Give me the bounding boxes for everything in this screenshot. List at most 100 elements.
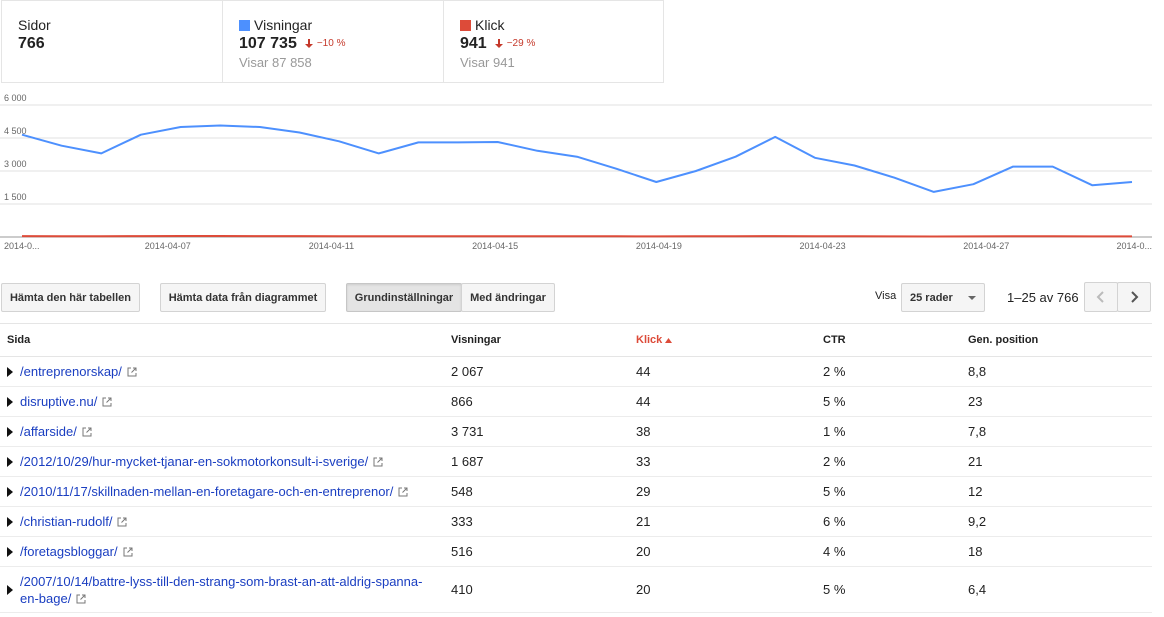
cell-impressions: 333 (451, 506, 636, 537)
external-link-icon[interactable] (123, 547, 133, 557)
external-link-icon[interactable] (76, 594, 86, 604)
cell-impressions: 1 687 (451, 446, 636, 477)
table-row: /2012/10/29/hur-mycket-tjanar-en-sokmoto… (0, 446, 1152, 477)
cell-ctr: 6 % (823, 506, 968, 537)
external-link-icon[interactable] (398, 487, 408, 497)
previous-page-button[interactable] (1084, 282, 1118, 312)
page-link[interactable]: /affarside/ (20, 423, 77, 440)
x-tick-label: 2014-0... (4, 241, 40, 251)
card-impressions-sub: Visar 87 858 (239, 55, 312, 70)
card-clicks[interactable]: Klick 941 −29 % Visar 941 (443, 0, 664, 83)
card-pages-value: 766 (18, 35, 45, 52)
x-tick-label: 2014-04-07 (145, 241, 191, 251)
series-line-visningar (21, 124, 1133, 193)
cell-impressions: 3 731 (451, 416, 636, 447)
table-row: /christian-rudolf/ 333 21 6 % 9,2 (0, 506, 1152, 537)
arrow-down-icon (304, 39, 313, 48)
card-pages-label: Sidor (18, 17, 51, 33)
pages-table: Sida Visningar Klick CTR Gen. position /… (0, 323, 1152, 613)
cell-position: 7,8 (968, 416, 1152, 447)
page-link[interactable]: /christian-rudolf/ (20, 513, 112, 530)
rows-per-page-value: 25 rader (910, 291, 953, 304)
next-page-button[interactable] (1117, 282, 1151, 312)
column-header-position[interactable]: Gen. position (968, 323, 1152, 357)
card-impressions-value: 107 735 (239, 35, 297, 52)
table-row: /affarside/ 3 731 38 1 % 7,8 (0, 416, 1152, 447)
pagination-info: 1–25 av 766 (1007, 290, 1079, 305)
card-impressions[interactable]: Visningar 107 735 −10 % Visar 87 858 (222, 0, 443, 83)
card-clicks-sub: Visar 941 (460, 55, 515, 70)
cell-ctr: 4 % (823, 536, 968, 567)
external-link-icon[interactable] (127, 367, 137, 377)
cell-clicks: 44 (636, 386, 823, 417)
column-header-page[interactable]: Sida (0, 323, 451, 357)
performance-chart[interactable]: 6 0004 5003 0001 5002014-0... 2014-04-07 2… (0, 92, 1164, 257)
x-tick-label: 2014-04-23 (800, 241, 846, 251)
cell-position: 18 (968, 536, 1152, 567)
cell-position: 6,4 (968, 566, 1152, 613)
with-changes-button[interactable]: Med ändringar (461, 283, 555, 312)
chevron-left-icon (1096, 291, 1104, 303)
table-row: /2010/11/17/skillnaden-mellan-en-foretag… (0, 476, 1152, 507)
x-tick-label: 2014-0... (1116, 241, 1152, 251)
page-link[interactable]: disruptive.nu/ (20, 393, 97, 410)
expand-row-icon[interactable] (7, 426, 13, 437)
external-link-icon[interactable] (117, 517, 127, 527)
page-link[interactable]: /entreprenorskap/ (20, 363, 122, 380)
external-link-icon[interactable] (82, 427, 92, 437)
card-clicks-value: 941 (460, 35, 487, 52)
cell-impressions: 410 (451, 566, 636, 613)
card-impressions-delta: −10 % (304, 38, 345, 49)
default-settings-button[interactable]: Grundinställningar (346, 283, 462, 312)
expand-row-icon[interactable] (7, 516, 13, 527)
cell-position: 23 (968, 386, 1152, 417)
page-link[interactable]: /foretagsbloggar/ (20, 543, 118, 560)
cell-position: 21 (968, 446, 1152, 477)
expand-row-icon[interactable] (7, 584, 13, 595)
cell-impressions: 548 (451, 476, 636, 507)
summary-cards: Sidor 766 Visningar 107 735 −10 % Visar … (1, 0, 664, 83)
page-link[interactable]: /2010/11/17/skillnaden-mellan-en-foretag… (20, 483, 393, 500)
table-row: disruptive.nu/ 866 44 5 % 23 (0, 386, 1152, 417)
cell-clicks: 20 (636, 566, 823, 613)
x-tick-label: 2014-04-19 (636, 241, 682, 251)
download-chart-data-button[interactable]: Hämta data från diagrammet (160, 283, 326, 312)
rows-per-page-select[interactable]: 25 rader (901, 283, 985, 312)
table-row: /2007/10/14/battre-lyss-till-den-strang-… (0, 566, 1152, 613)
y-tick-label: 1 500 (4, 192, 27, 202)
cell-clicks: 38 (636, 416, 823, 447)
cell-position: 8,8 (968, 356, 1152, 387)
expand-row-icon[interactable] (7, 546, 13, 557)
cell-ctr: 5 % (823, 566, 968, 613)
cell-impressions: 516 (451, 536, 636, 567)
download-table-button[interactable]: Hämta den här tabellen (1, 283, 140, 312)
cell-ctr: 2 % (823, 356, 968, 387)
cell-position: 12 (968, 476, 1152, 507)
cell-ctr: 2 % (823, 446, 968, 477)
expand-row-icon[interactable] (7, 486, 13, 497)
x-tick-label: 2014-04-11 (309, 241, 354, 251)
cell-clicks: 33 (636, 446, 823, 477)
page-link[interactable]: /2007/10/14/battre-lyss-till-den-strang-… (20, 573, 422, 607)
clicks-swatch-icon[interactable] (460, 19, 471, 31)
expand-row-icon[interactable] (7, 396, 13, 407)
external-link-icon[interactable] (102, 397, 112, 407)
column-header-clicks[interactable]: Klick (636, 323, 823, 357)
expand-row-icon[interactable] (7, 456, 13, 467)
page-link[interactable]: /2012/10/29/hur-mycket-tjanar-en-sokmoto… (20, 453, 368, 470)
cell-position: 9,2 (968, 506, 1152, 537)
cell-clicks: 20 (636, 536, 823, 567)
card-pages[interactable]: Sidor 766 (1, 0, 222, 83)
card-clicks-delta: −29 % (494, 38, 535, 49)
cell-ctr: 1 % (823, 416, 968, 447)
external-link-icon[interactable] (373, 457, 383, 467)
column-header-impressions[interactable]: Visningar (451, 323, 636, 357)
expand-row-icon[interactable] (7, 366, 13, 377)
cell-ctr: 5 % (823, 476, 968, 507)
cell-clicks: 29 (636, 476, 823, 507)
series-line-klick (21, 235, 1132, 238)
column-header-ctr[interactable]: CTR (823, 323, 968, 357)
impressions-swatch-icon[interactable] (239, 19, 250, 31)
cell-clicks: 44 (636, 356, 823, 387)
x-tick-label: 2014-04-27 (963, 241, 1009, 251)
